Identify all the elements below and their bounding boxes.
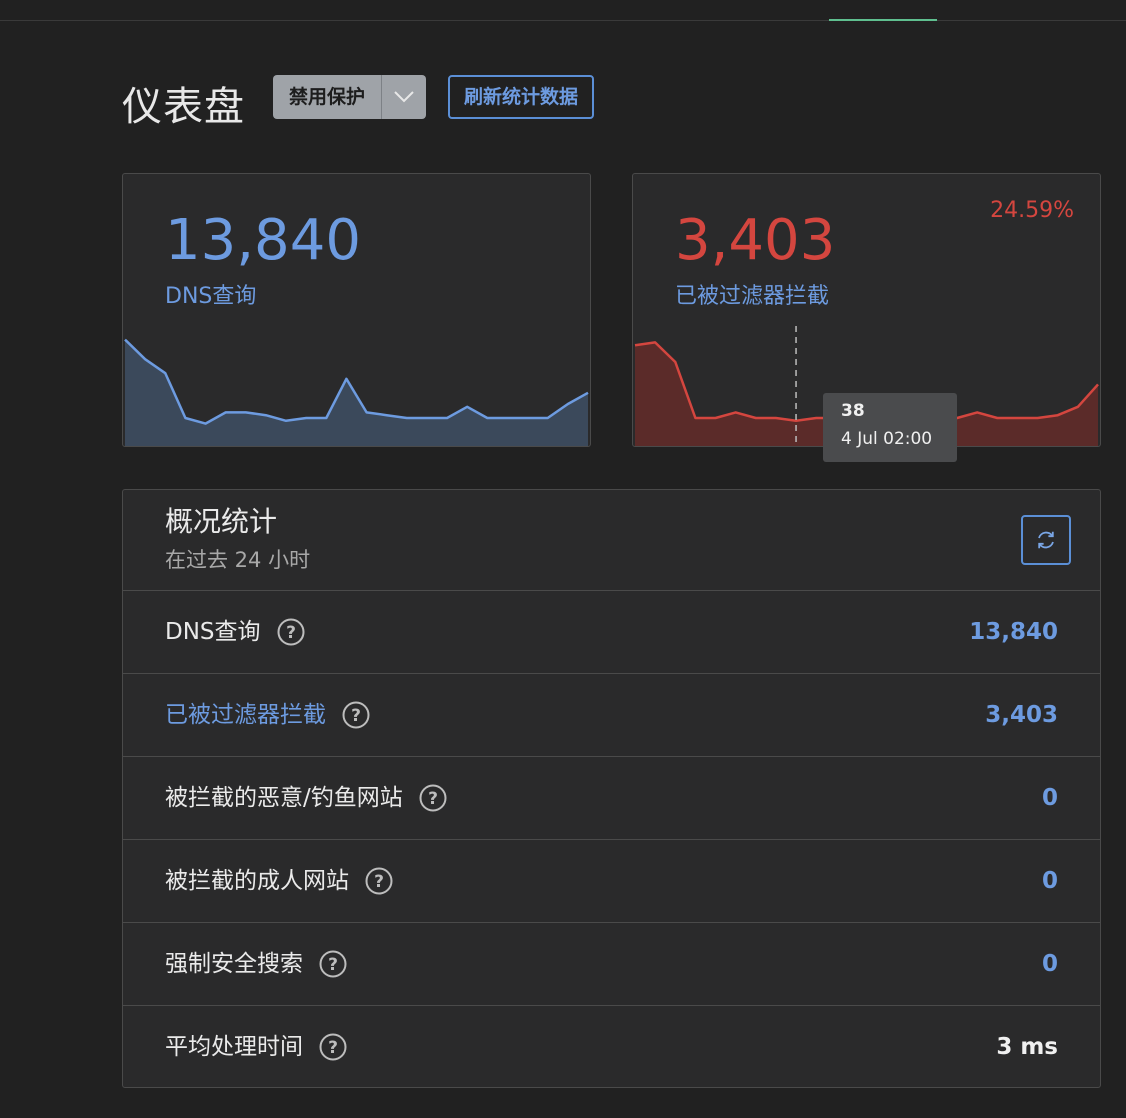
blocked-percent: 24.59%	[990, 198, 1074, 223]
sparkline-area	[125, 339, 588, 446]
chevron-down-icon	[394, 91, 414, 103]
overview-subtitle: 在过去 24 小时	[165, 548, 311, 572]
stat-value: 0	[1041, 868, 1058, 894]
overview-header: 概况统计 在过去 24 小时	[123, 490, 1100, 591]
svg-text:?: ?	[428, 789, 438, 809]
help-icon[interactable]: ?	[419, 784, 447, 812]
blocked-value: 3,403	[675, 208, 836, 273]
stat-label-link[interactable]: 已被过滤器拦截	[165, 674, 326, 756]
tooltip-value: 38	[841, 401, 865, 421]
stat-row-safe-search: 强制安全搜索? 0	[123, 923, 1100, 1006]
svg-text:?: ?	[374, 872, 384, 892]
stat-label: 被拦截的恶意/钓鱼网站	[165, 785, 403, 811]
svg-text:?: ?	[286, 623, 296, 643]
blocked-label: 已被过滤器拦截	[675, 284, 830, 309]
stat-label: 被拦截的成人网站	[165, 868, 349, 894]
dns-queries-card: 13,840 DNS查询	[122, 173, 591, 447]
help-icon[interactable]: ?	[319, 1033, 347, 1061]
stat-row-blocked-by-filters: 已被过滤器拦截? 3,403	[123, 674, 1100, 757]
stat-row-blocked-malware-phishing: 被拦截的恶意/钓鱼网站? 0	[123, 757, 1100, 840]
stat-value: 13,840	[969, 619, 1058, 645]
disable-protection-dropdown-button[interactable]	[381, 75, 427, 119]
stat-value: 3 ms	[996, 1034, 1058, 1060]
tooltip-time: 4 Jul 02:00	[841, 429, 933, 449]
dns-queries-value: 13,840	[165, 208, 361, 273]
svg-text:?: ?	[328, 1038, 338, 1058]
page-title: 仪表盘	[122, 84, 245, 130]
refresh-statistics-button[interactable]: 刷新统计数据	[448, 75, 595, 119]
stat-label: 平均处理时间	[165, 1034, 303, 1060]
protection-button-group: 禁用保护	[273, 75, 427, 119]
stat-value: 0	[1041, 951, 1058, 977]
stat-row-avg-processing-time: 平均处理时间? 3 ms	[123, 1006, 1100, 1088]
help-icon[interactable]: ?	[365, 867, 393, 895]
dns-queries-sparkline[interactable]	[123, 326, 590, 446]
dns-queries-label: DNS查询	[165, 284, 257, 309]
help-icon[interactable]: ?	[277, 618, 305, 646]
svg-text:?: ?	[328, 955, 338, 975]
help-icon[interactable]: ?	[319, 950, 347, 978]
help-icon[interactable]: ?	[342, 701, 370, 729]
stat-label: 强制安全搜索	[165, 951, 303, 977]
stat-label: DNS查询	[165, 619, 261, 645]
svg-text:?: ?	[351, 706, 361, 726]
disable-protection-button[interactable]: 禁用保护	[273, 75, 382, 119]
stat-value: 3,403	[985, 702, 1058, 728]
refresh-icon	[1038, 531, 1054, 549]
overview-title: 概况统计	[165, 505, 278, 538]
top-divider	[0, 20, 1126, 21]
overview-statistics-panel: 概况统计 在过去 24 小时 DNS查询? 13,840 已被过滤器拦截? 3,…	[122, 489, 1101, 1088]
stat-value: 0	[1041, 785, 1058, 811]
overview-refresh-button[interactable]	[1021, 515, 1071, 565]
stat-row-blocked-adult: 被拦截的成人网站? 0	[123, 840, 1100, 923]
chart-tooltip: 38 4 Jul 02:00	[823, 393, 957, 462]
stat-row-dns-queries: DNS查询? 13,840	[123, 591, 1100, 674]
active-tab-indicator	[829, 19, 937, 21]
